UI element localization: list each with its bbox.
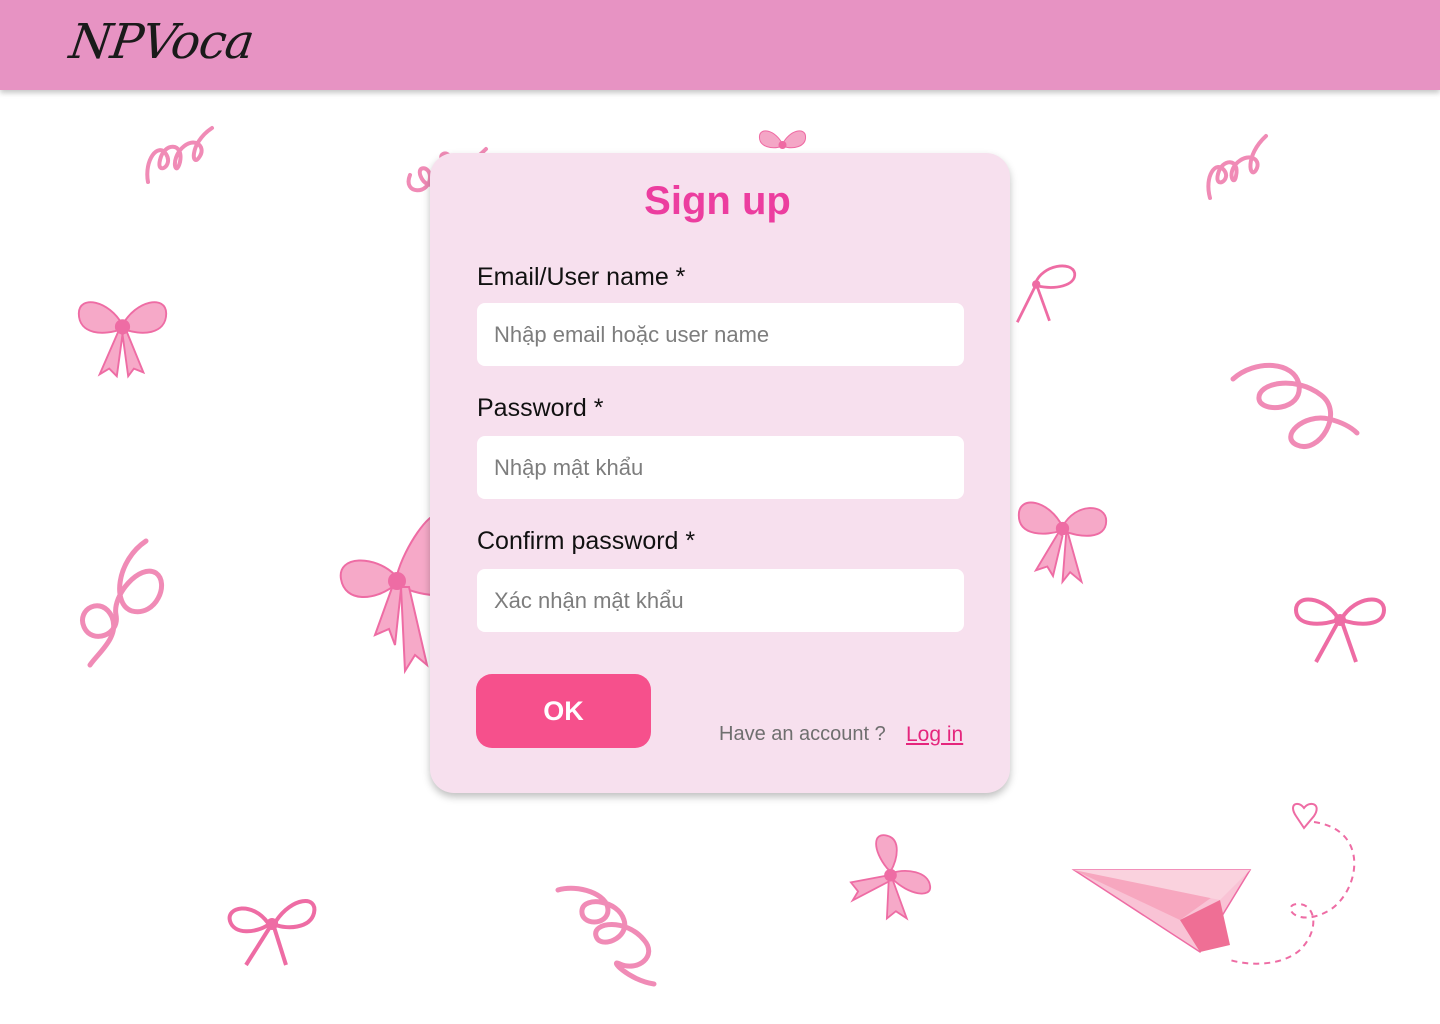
signup-card: Sign up Email/User name * Password * Con…: [430, 153, 1010, 793]
curly-ribbon-icon: [80, 538, 164, 668]
header-bar: NPVoca: [0, 0, 1440, 90]
paper-plane-icon: [1071, 802, 1356, 965]
ok-button[interactable]: OK: [476, 674, 651, 748]
curly-ribbon-icon: [1230, 363, 1360, 449]
ribbon-bow-icon: [1016, 264, 1077, 323]
ribbon-bow-icon: [227, 899, 317, 967]
password-field[interactable]: [477, 436, 964, 499]
ribbon-bow-icon: [1293, 597, 1387, 663]
confirm-password-label: Confirm password *: [477, 527, 696, 555]
email-field[interactable]: [477, 303, 964, 366]
curly-ribbon-icon: [145, 126, 214, 184]
logo[interactable]: NPVoca: [66, 14, 257, 70]
email-label: Email/User name *: [477, 263, 686, 291]
confirm-password-field[interactable]: [477, 569, 964, 632]
page: NPVoca Sign up Email/User name * Nhập em…: [0, 0, 1440, 1024]
have-account-text: Have an account ?: [719, 723, 886, 745]
ribbon-bow-icon: [849, 834, 931, 921]
ribbon-bow-icon: [1017, 501, 1108, 585]
password-label: Password *: [477, 394, 604, 422]
curly-ribbon-icon: [555, 885, 657, 987]
curly-ribbon-icon: [1206, 134, 1268, 200]
ribbon-bow-icon: [339, 515, 435, 675]
signup-title: Sign up: [644, 179, 791, 223]
ribbon-bow-icon: [77, 301, 168, 379]
login-link[interactable]: Log in: [906, 723, 963, 747]
